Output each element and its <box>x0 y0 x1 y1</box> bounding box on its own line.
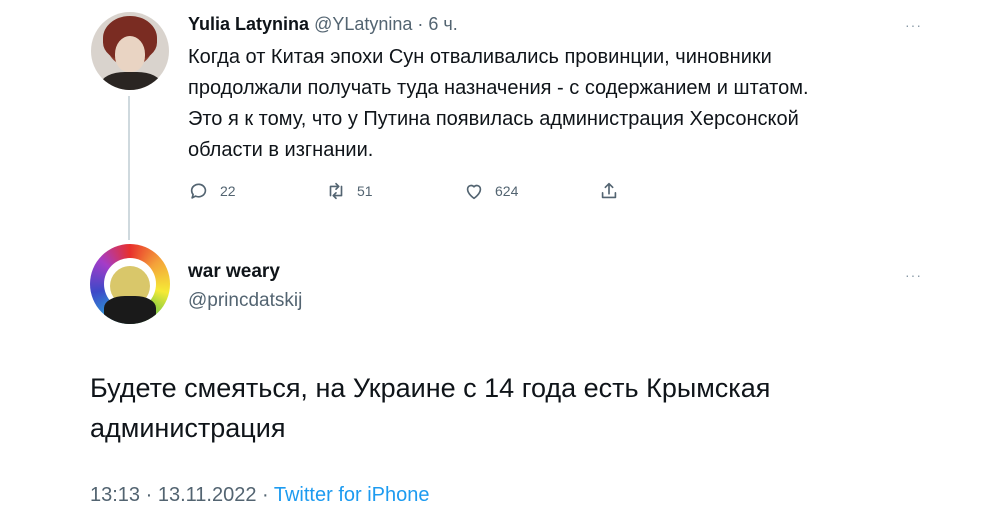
retweet-count: 51 <box>357 183 373 199</box>
thread-connector-line <box>128 96 130 240</box>
parent-author-name[interactable]: Yulia Latynina <box>188 14 309 34</box>
retweet-icon <box>329 182 343 200</box>
parent-tweet-time[interactable]: · 6 ч. <box>412 14 457 34</box>
reply-button[interactable]: 22 <box>188 180 236 202</box>
avatar-body-shape <box>104 296 156 324</box>
avatar-yulia-latynina[interactable] <box>91 12 169 90</box>
reply-more-options-icon[interactable]: ··· <box>905 268 922 282</box>
share-icon <box>601 182 617 199</box>
reply-icon <box>190 183 207 199</box>
parent-more-options-icon[interactable]: ··· <box>905 18 922 32</box>
heart-icon <box>466 184 482 200</box>
reply-author-handle[interactable]: @princdatskij <box>188 290 302 312</box>
tweet-timestamp[interactable]: 13:13 · 13.11.2022 · <box>90 484 274 506</box>
like-button[interactable]: 624 <box>463 180 518 202</box>
parent-tweet-header: Yulia Latynina @YLatynina · 6 ч. <box>188 14 458 35</box>
reply-tweet-text: Будете смеяться, на Украине с 14 года ес… <box>90 373 771 443</box>
parent-author-handle[interactable]: @YLatynina <box>314 14 412 34</box>
reply-author-name[interactable]: war weary <box>188 261 280 283</box>
tweet-metadata: 13:13 · 13.11.2022 · Twitter for iPhone <box>90 484 429 507</box>
avatar-war-weary[interactable] <box>90 244 170 324</box>
avatar-body-shape <box>101 72 161 90</box>
parent-tweet-text: Когда от Китая эпохи Сун отваливались пр… <box>188 46 809 161</box>
avatar-face-shape <box>115 36 145 72</box>
retweet-button[interactable]: 51 <box>325 180 373 202</box>
tweet-source-link[interactable]: Twitter for iPhone <box>274 484 430 506</box>
like-count: 624 <box>495 183 519 199</box>
share-button[interactable] <box>598 180 620 202</box>
reply-count: 22 <box>220 183 236 199</box>
